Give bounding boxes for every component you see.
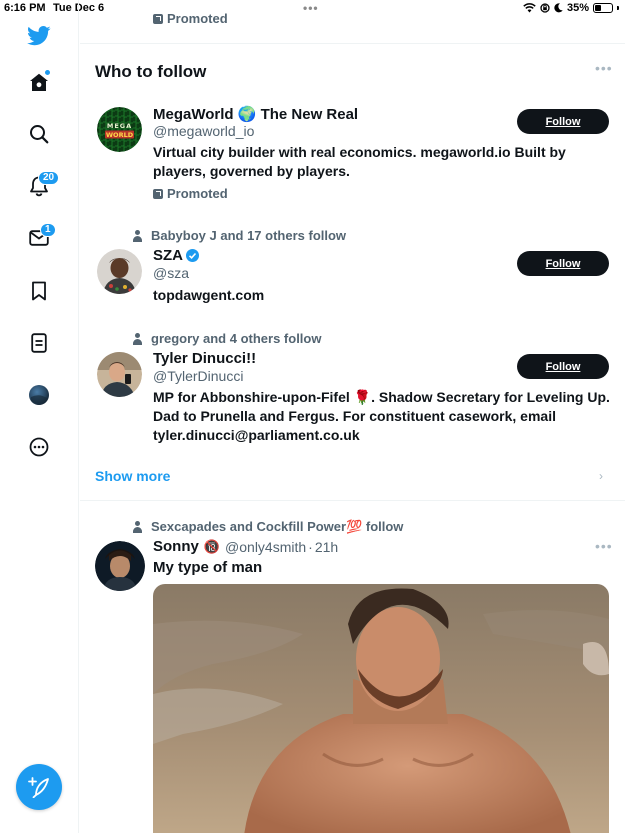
follow-button[interactable]: Follow: [517, 109, 609, 134]
avatar-megaworld[interactable]: MEGA WORLD: [97, 107, 142, 152]
svg-text:WORLD: WORLD: [106, 131, 134, 139]
user-name-row[interactable]: SZA: [153, 247, 199, 264]
tweet-text: My type of man: [153, 559, 263, 576]
follow-button[interactable]: Follow: [517, 354, 609, 379]
list-icon[interactable]: [25, 329, 53, 357]
user-name[interactable]: Tyler Dinucci!!: [153, 350, 256, 367]
home-icon[interactable]: [25, 68, 53, 96]
envelope-icon[interactable]: 1: [25, 223, 56, 252]
chevron-right-icon[interactable]: ›: [599, 469, 603, 483]
user-bio: MP for Abbonshire-upon-Fifel 🌹. Shadow S…: [153, 389, 610, 443]
divider: [80, 43, 625, 44]
bookmark-icon[interactable]: [25, 277, 53, 305]
adult-badge-emoji: 🔞: [203, 538, 221, 554]
feather-plus-icon: [28, 777, 49, 798]
user-name[interactable]: MegaWorld 🌍 The New Real: [153, 105, 358, 123]
tweet-author-handle[interactable]: @only4smith: [225, 539, 306, 555]
tweet-social-context: Sexcapades and Cockfill Power💯 follow: [132, 519, 403, 535]
avatar-tyler[interactable]: [97, 352, 142, 397]
promoted-icon: [153, 188, 163, 199]
user-handle[interactable]: @sza: [153, 265, 189, 281]
promoted-text: Promoted: [167, 186, 228, 201]
home-new-dot: [44, 69, 51, 76]
profile-avatar-icon[interactable]: [25, 381, 53, 409]
avatar-sonny[interactable]: [95, 541, 145, 591]
person-icon: [132, 521, 143, 533]
tweet-author-name[interactable]: Sonny: [153, 538, 199, 555]
who-to-follow-title: Who to follow: [95, 62, 207, 81]
person-icon: [132, 229, 143, 242]
social-context: Babyboy J and 17 others follow: [132, 228, 346, 243]
user-bio: Virtual city builder with real economics…: [153, 144, 566, 179]
twitter-bird-icon[interactable]: [25, 22, 53, 50]
person-icon: [132, 332, 143, 345]
sidebar: 20 1: [0, 0, 79, 833]
tweet-more-icon[interactable]: •••: [595, 538, 613, 554]
wtf-more-icon[interactable]: •••: [595, 60, 613, 76]
meta-separator: ·: [308, 538, 313, 555]
social-context-text: gregory and 4 others follow: [151, 331, 322, 346]
user-handle[interactable]: @TylerDinucci: [153, 368, 243, 384]
divider: [80, 500, 625, 501]
tweet-media-image[interactable]: [153, 584, 609, 833]
previous-promoted-label: Promoted: [153, 11, 228, 26]
verified-badge-icon: [186, 249, 199, 262]
svg-text:MEGA: MEGA: [107, 122, 132, 130]
search-icon[interactable]: [25, 120, 53, 148]
show-more-link[interactable]: Show more: [95, 468, 170, 484]
user-handle[interactable]: @megaworld_io: [153, 123, 254, 139]
compose-tweet-button[interactable]: [16, 764, 62, 810]
notifications-badge: 20: [38, 171, 60, 185]
user-bio-link[interactable]: topdawgent.com: [153, 286, 613, 305]
follow-button[interactable]: Follow: [517, 251, 609, 276]
tweet-author-row: Sonny 🔞 @only4smith · 21h: [153, 538, 338, 555]
user-name[interactable]: SZA: [153, 247, 183, 264]
main-timeline: Promoted Who to follow ••• MEGA WORLD Me…: [80, 0, 625, 833]
promoted-icon: [153, 13, 163, 24]
social-context-text: Sexcapades and Cockfill Power💯 follow: [151, 519, 404, 534]
tweet-timestamp[interactable]: 21h: [315, 539, 338, 555]
social-context: gregory and 4 others follow: [132, 331, 321, 346]
promoted-label: Promoted: [153, 186, 228, 201]
social-context-text: Babyboy J and 17 others follow: [151, 228, 347, 243]
more-circle-icon[interactable]: [25, 433, 53, 461]
avatar-sza[interactable]: [97, 249, 142, 294]
promoted-text: Promoted: [167, 11, 228, 26]
bell-icon[interactable]: 20: [25, 171, 60, 200]
messages-badge: 1: [40, 223, 56, 237]
